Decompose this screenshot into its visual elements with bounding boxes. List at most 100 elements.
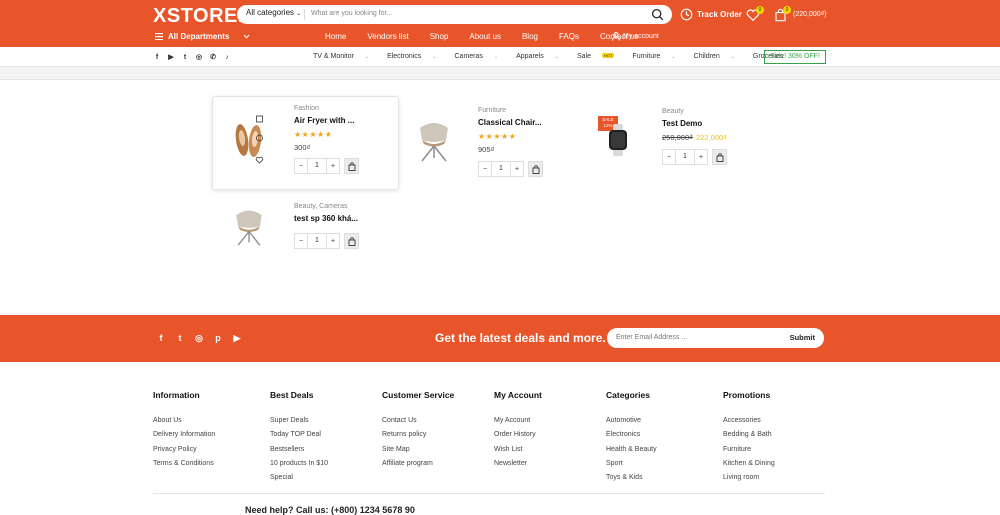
product-image-chair[interactable] bbox=[229, 205, 269, 249]
cart-button[interactable]: 0 (220,000₫) bbox=[774, 6, 827, 22]
track-order-link[interactable]: Track Order bbox=[680, 6, 742, 22]
category-furniture[interactable]: Furniture ⌄ bbox=[632, 53, 684, 60]
footer-link[interactable]: Accessories bbox=[723, 417, 775, 424]
footer-column-title: Customer Service bbox=[382, 390, 455, 400]
bag-icon[interactable] bbox=[256, 115, 263, 123]
product-image-watch[interactable] bbox=[606, 124, 630, 156]
product-title[interactable]: Test Demo bbox=[662, 119, 702, 128]
footer-help-line: Need help? Call us: (+800) 1234 5678 90 bbox=[245, 505, 415, 515]
search-icon[interactable] bbox=[651, 8, 664, 21]
quantity-decrease-button[interactable]: − bbox=[663, 154, 675, 161]
whatsapp-icon[interactable]: ✆ bbox=[209, 53, 217, 61]
footer-link[interactable]: Super Deals bbox=[270, 417, 328, 424]
footer-link[interactable]: My Account bbox=[494, 417, 542, 424]
nav-faqs[interactable]: FAQs bbox=[559, 32, 579, 41]
footer-link[interactable]: Kitchen & Dining bbox=[723, 460, 775, 467]
all-departments-toggle[interactable]: All Departments bbox=[155, 32, 229, 41]
footer-link[interactable]: Newsletter bbox=[494, 460, 542, 467]
nav-blog[interactable]: Blog bbox=[522, 32, 538, 41]
youtube-icon[interactable]: ▶ bbox=[167, 53, 175, 61]
youtube-icon[interactable]: ▶ bbox=[231, 332, 243, 344]
footer-link[interactable]: About Us bbox=[153, 417, 215, 424]
category-children[interactable]: Children ⌄ bbox=[694, 53, 744, 60]
chevron-down-icon[interactable] bbox=[243, 34, 250, 39]
product-category[interactable]: Fashion bbox=[294, 105, 319, 112]
product-image-shoes[interactable] bbox=[228, 114, 272, 164]
email-field[interactable]: Enter Email Address ... bbox=[616, 334, 687, 341]
footer-link[interactable]: Sport bbox=[606, 460, 657, 467]
footer-link[interactable]: Health & Beauty bbox=[606, 446, 657, 453]
footer-link[interactable]: Wish List bbox=[494, 446, 542, 453]
footer-link[interactable]: Special bbox=[270, 474, 328, 481]
footer-link[interactable]: Furniture bbox=[723, 446, 775, 453]
quantity-decrease-button[interactable]: − bbox=[295, 238, 307, 245]
facebook-icon[interactable]: f bbox=[155, 332, 167, 344]
footer-link[interactable]: Affiliate program bbox=[382, 460, 454, 467]
quantity-increase-button[interactable]: + bbox=[327, 163, 339, 170]
footer-link[interactable]: Terms & Conditions bbox=[153, 460, 215, 467]
twitter-icon[interactable]: t bbox=[181, 53, 189, 61]
quantity-decrease-button[interactable]: − bbox=[295, 163, 307, 170]
nav-shop[interactable]: Shop bbox=[430, 32, 449, 41]
quantity-input[interactable]: 1 bbox=[307, 159, 327, 173]
category-cameras[interactable]: Cameras ⌄ bbox=[455, 53, 508, 60]
nav-about-us[interactable]: About us bbox=[469, 32, 501, 41]
add-to-cart-button[interactable] bbox=[344, 233, 359, 249]
footer-link[interactable]: Today TOP Deal bbox=[270, 431, 328, 438]
heart-icon[interactable] bbox=[255, 156, 264, 164]
twitter-icon[interactable]: t bbox=[174, 332, 186, 344]
product-title[interactable]: test sp 360 khá... bbox=[294, 214, 358, 223]
add-to-cart-button[interactable] bbox=[344, 158, 359, 174]
category-sale[interactable]: Sale HOT bbox=[577, 53, 623, 60]
footer-link[interactable]: Bedding & Bath bbox=[723, 431, 775, 438]
pinterest-icon[interactable]: p bbox=[212, 332, 224, 344]
footer-divider bbox=[153, 493, 825, 494]
quantity-input[interactable]: 1 bbox=[307, 234, 327, 248]
footer-link[interactable]: Toys & Kids bbox=[606, 474, 657, 481]
product-category[interactable]: Beauty bbox=[662, 108, 684, 115]
product-image-chair[interactable] bbox=[412, 118, 456, 164]
footer-link[interactable]: Privacy Policy bbox=[153, 446, 215, 453]
quick-view-icon[interactable] bbox=[256, 134, 263, 142]
footer-link[interactable]: 10 products In $10 bbox=[270, 460, 328, 467]
sale-banner[interactable]: Sale! 30% OFF! bbox=[764, 50, 826, 64]
category-electronics[interactable]: Electronics ⌄ bbox=[387, 53, 445, 60]
wishlist-button[interactable]: 0 bbox=[746, 6, 764, 22]
search-input[interactable]: What are you looking for... bbox=[311, 10, 392, 17]
category-apparels[interactable]: Apparels ⌄ bbox=[516, 53, 568, 60]
footer-link[interactable]: Returns policy bbox=[382, 431, 454, 438]
quantity-increase-button[interactable]: + bbox=[695, 154, 707, 161]
quantity-increase-button[interactable]: + bbox=[327, 238, 339, 245]
chevron-down-icon: ⌄ bbox=[364, 54, 370, 60]
nav-home[interactable]: Home bbox=[325, 32, 346, 41]
add-to-cart-button[interactable] bbox=[712, 149, 727, 165]
footer-link[interactable]: Site Map bbox=[382, 446, 454, 453]
site-logo[interactable]: XSTORE. bbox=[153, 5, 244, 28]
my-account-link[interactable]: My account bbox=[612, 32, 659, 41]
quantity-decrease-button[interactable]: − bbox=[479, 166, 491, 173]
nav-vendors-list[interactable]: Vendors list bbox=[367, 32, 408, 41]
tiktok-icon[interactable]: ♪ bbox=[223, 53, 231, 61]
search-category-select[interactable]: All categories ⌄ bbox=[246, 8, 301, 17]
product-category[interactable]: Beauty, Cameras bbox=[294, 203, 348, 210]
footer-link[interactable]: Electronics bbox=[606, 431, 657, 438]
footer-link[interactable]: Delivery Information bbox=[153, 431, 215, 438]
quantity-increase-button[interactable]: + bbox=[511, 166, 523, 173]
quantity-input[interactable]: 1 bbox=[491, 162, 511, 176]
footer-link[interactable]: Bestsellers bbox=[270, 446, 328, 453]
footer-link[interactable]: Order History bbox=[494, 431, 542, 438]
product-title[interactable]: Air Fryer with ... bbox=[294, 116, 354, 125]
category-tv-monitor[interactable]: TV & Monitor ⌄ bbox=[313, 53, 378, 60]
quantity-input[interactable]: 1 bbox=[675, 150, 695, 164]
footer-link[interactable]: Contact Us bbox=[382, 417, 454, 424]
instagram-icon[interactable]: ◎ bbox=[193, 332, 205, 344]
product-category[interactable]: Furniture bbox=[478, 107, 506, 114]
add-to-cart-button[interactable] bbox=[528, 161, 543, 177]
product-title[interactable]: Classical Chair... bbox=[478, 118, 542, 127]
instagram-icon[interactable]: ◎ bbox=[195, 53, 203, 61]
shopping-bag-icon bbox=[348, 161, 355, 171]
footer-link[interactable]: Automotive bbox=[606, 417, 657, 424]
facebook-icon[interactable]: f bbox=[153, 53, 161, 61]
submit-button[interactable]: Submit bbox=[790, 333, 815, 342]
footer-link[interactable]: Living room bbox=[723, 474, 775, 481]
